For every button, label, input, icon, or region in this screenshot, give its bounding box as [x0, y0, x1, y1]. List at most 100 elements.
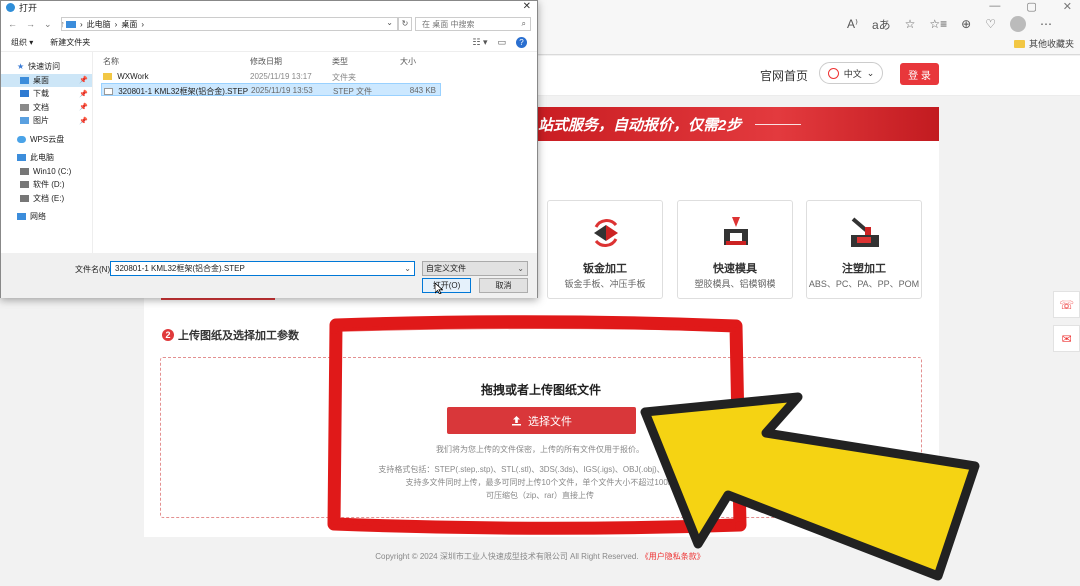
- nav-item-label: 文档: [33, 102, 49, 112]
- service-desc: 塑胶模具、铝模钢模: [694, 279, 776, 289]
- column-header-date[interactable]: 修改日期: [250, 56, 282, 67]
- collections-icon[interactable]: ⊕: [961, 17, 971, 31]
- nav-item-label: 下载: [33, 89, 49, 99]
- dialog-close-button[interactable]: ✕: [523, 1, 531, 12]
- translate-icon[interactable]: aあ: [872, 16, 891, 33]
- phone-contact-button[interactable]: ☏: [1053, 291, 1080, 318]
- read-aloud-icon[interactable]: A⁾: [847, 17, 858, 31]
- service-title: 注塑加工: [842, 263, 886, 275]
- window-controls: — ▢ ✕: [989, 0, 1072, 13]
- maximize-icon[interactable]: ▢: [1026, 0, 1036, 13]
- dialog-title: 打开: [19, 3, 38, 13]
- service-card-sheet-metal[interactable]: 钣金加工 钣金手板、冲压手板: [547, 200, 663, 299]
- service-card-rapid-mold[interactable]: 快速模具 塑胶模具、铝模钢模: [677, 200, 793, 299]
- breadcrumb-this-pc[interactable]: 此电脑: [87, 19, 111, 30]
- file-type: STEP 文件: [333, 87, 372, 96]
- organize-button[interactable]: 组织 ▾: [11, 37, 33, 48]
- close-icon[interactable]: ✕: [1063, 0, 1072, 13]
- format-line: 支持格式包括：STEP(.step,.stp)、STL(.stl)、3DS(.3…: [378, 465, 702, 474]
- pin-icon[interactable]: 📌: [79, 90, 88, 98]
- back-arrow-icon[interactable]: ←: [8, 19, 17, 30]
- globe-icon: [827, 67, 839, 79]
- nav-item-wps-cloud[interactable]: WPS云盘: [1, 133, 92, 147]
- browser-essentials-icon[interactable]: ♡: [985, 17, 996, 31]
- file-row[interactable]: WXWork 2025/11/19 13:17 文件夹: [101, 70, 441, 83]
- bookmark-other-favorites[interactable]: 其他收藏夹: [1013, 37, 1074, 50]
- cloud-icon: [17, 135, 26, 143]
- language-select[interactable]: 中文 ⌄: [819, 62, 883, 84]
- file-date: 2025/11/19 13:17: [250, 72, 312, 81]
- document-icon: [20, 103, 29, 111]
- file-icon: [104, 88, 113, 96]
- recent-chevron-icon[interactable]: ⌄: [44, 19, 52, 30]
- format-line: 支持多文件同时上传，最多可同时上传10个文件，单个文件大小不超过100M: [405, 478, 675, 487]
- choose-file-button[interactable]: 选择文件: [447, 407, 636, 434]
- minimize-icon[interactable]: —: [989, 0, 1000, 12]
- cancel-button[interactable]: 取消: [479, 278, 528, 293]
- chevron-down-icon: ⌄: [866, 67, 875, 78]
- new-folder-button[interactable]: 新建文件夹: [50, 37, 90, 48]
- file-row[interactable]: 320801-1 KML32框架(铝合金).STEP 2025/11/19 13…: [101, 83, 441, 96]
- search-icon: ⌕: [521, 19, 526, 28]
- privacy-policy-link[interactable]: 《用户隐私条款》: [641, 552, 705, 561]
- download-icon: [20, 90, 29, 98]
- nav-item-drive-c[interactable]: Win10 (C:): [1, 165, 92, 179]
- pin-icon[interactable]: 📌: [79, 117, 88, 125]
- filename-value: 320801-1 KML32框架(铝合金).STEP: [115, 264, 245, 273]
- profile-avatar[interactable]: [1010, 16, 1026, 32]
- nav-item-drive-d[interactable]: 软件 (D:): [1, 178, 92, 192]
- chevron-down-icon[interactable]: ⌄: [404, 262, 411, 275]
- nav-item-quick-access[interactable]: ★ 快速访问: [1, 60, 92, 74]
- file-type-filter[interactable]: 自定义文件 ⌄: [422, 261, 528, 276]
- language-label: 中文: [843, 68, 862, 79]
- dialog-toolbar: 组织 ▾ 新建文件夹 ☷ ▾ ▭ ?: [1, 34, 537, 52]
- filename-input[interactable]: 320801-1 KML32框架(铝合金).STEP ⌄: [110, 261, 415, 276]
- choose-file-label: 选择文件: [528, 415, 572, 428]
- view-options-icon[interactable]: ☷ ▾: [472, 37, 487, 48]
- pin-icon[interactable]: 📌: [79, 76, 88, 84]
- mold-icon: [724, 217, 748, 245]
- file-type: 文件夹: [332, 73, 356, 82]
- favorite-icon[interactable]: ☆: [905, 17, 916, 31]
- dialog-search-input[interactable]: 在 桌面 中搜索 ⌕: [415, 17, 531, 31]
- folder-icon: [1013, 39, 1025, 48]
- login-button[interactable]: 登 录: [900, 63, 939, 85]
- email-contact-button[interactable]: ✉: [1053, 325, 1080, 352]
- preview-pane-icon[interactable]: ▭: [497, 37, 506, 48]
- more-menu-icon[interactable]: ⋯: [1040, 17, 1052, 31]
- path-dropdown-icon[interactable]: ⌄: [386, 18, 393, 27]
- nav-item-label: 网络: [30, 212, 46, 222]
- nav-item-downloads[interactable]: 下载 📌: [1, 87, 92, 101]
- pin-icon[interactable]: 📌: [79, 103, 88, 111]
- nav-item-this-pc[interactable]: 此电脑: [1, 151, 92, 165]
- nav-item-network[interactable]: 网络: [1, 210, 92, 224]
- breadcrumb-desktop[interactable]: 桌面: [121, 19, 137, 30]
- open-button[interactable]: 打开(O): [422, 278, 471, 293]
- banner-text: 站式服务，自动报价，仅需2步: [538, 116, 742, 134]
- nav-item-drive-e[interactable]: 文档 (E:): [1, 192, 92, 206]
- service-title: 钣金加工: [583, 263, 627, 275]
- path-breadcrumb[interactable]: › 此电脑 › 桌面 › ⌄: [61, 17, 398, 31]
- column-header-type[interactable]: 类型: [332, 56, 348, 67]
- nav-item-label: 此电脑: [30, 153, 54, 163]
- column-header-name[interactable]: 名称: [103, 56, 119, 67]
- nav-home-link[interactable]: 官网首页: [760, 67, 808, 84]
- help-icon[interactable]: ?: [516, 37, 527, 48]
- nav-item-label: 快速访问: [28, 62, 61, 72]
- file-name: 320801-1 KML32框架(铝合金).STEP: [118, 87, 249, 96]
- nav-item-desktop[interactable]: 桌面 📌: [1, 73, 92, 87]
- forward-arrow-icon[interactable]: →: [26, 19, 35, 30]
- refresh-button[interactable]: ↻: [398, 17, 412, 31]
- service-title: 快速模具: [713, 263, 757, 275]
- nav-item-pictures[interactable]: 图片 📌: [1, 114, 92, 128]
- favorites-list-icon[interactable]: ☆≡: [929, 17, 947, 31]
- phone-icon: ☏: [1058, 297, 1074, 312]
- mouse-cursor-icon: [435, 283, 443, 294]
- drive-icon: [20, 167, 29, 175]
- column-header-size[interactable]: 大小: [400, 56, 416, 67]
- computer-icon: [17, 154, 26, 162]
- nav-item-label: Win10 (C:): [33, 166, 72, 176]
- nav-item-documents[interactable]: 文档 📌: [1, 101, 92, 115]
- service-card-injection[interactable]: 注塑加工 ABS、PC、PA、PP、POM: [806, 200, 922, 299]
- search-placeholder: 在 桌面 中搜索: [422, 19, 475, 29]
